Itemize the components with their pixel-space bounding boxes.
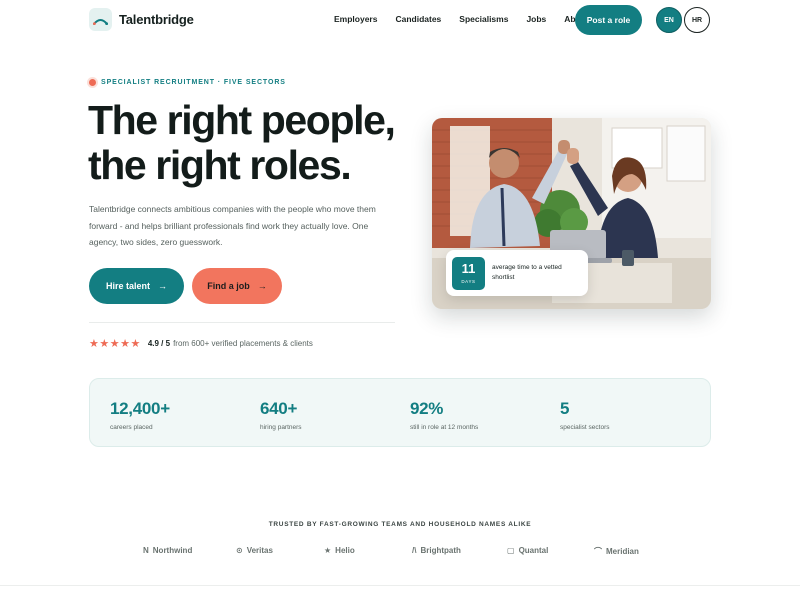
stat-label: hiring partners bbox=[260, 424, 302, 431]
brand-logo[interactable]: Talentbridge bbox=[89, 8, 194, 31]
main-nav: Employers Candidates Specialisms Jobs Ab… bbox=[334, 14, 607, 24]
headline-line-1: The right people, bbox=[88, 97, 396, 143]
brand-name: Talentbridge bbox=[119, 12, 194, 27]
site-header: Talentbridge Employers Candidates Specia… bbox=[0, 0, 800, 42]
eyebrow-text: SPECIALIST RECRUITMENT · FIVE SECTORS bbox=[101, 79, 286, 86]
stat-label: specialist sectors bbox=[560, 424, 610, 431]
nav-specialisms[interactable]: Specialisms bbox=[459, 14, 508, 24]
find-job-button[interactable]: Find a job → bbox=[192, 268, 282, 304]
client-logos: N Northwind ⊙ Veritas ★ Helio /\ Brightp… bbox=[0, 546, 800, 558]
brand-label: Northwind bbox=[152, 546, 193, 555]
brand-label: Helio bbox=[335, 546, 355, 555]
stat-value: 640+ bbox=[260, 399, 298, 418]
star-icon: ★ bbox=[324, 546, 332, 555]
stat-sectors: 5 specialist sectors bbox=[560, 399, 610, 431]
section-divider bbox=[0, 585, 800, 586]
arrow-right-icon: → bbox=[158, 281, 167, 291]
brand-label: Brightpath bbox=[420, 546, 461, 555]
bridge-arc-icon bbox=[89, 8, 112, 31]
dot-icon bbox=[89, 79, 96, 86]
headline-line-2: the right roles. bbox=[88, 142, 352, 188]
arrow-right-icon: → bbox=[257, 281, 267, 291]
client-logo-northwind: N Northwind bbox=[143, 546, 192, 555]
language-en-button[interactable]: EN bbox=[656, 7, 682, 33]
client-logo-brightpath: /\ Brightpath bbox=[412, 546, 461, 555]
path-icon: /\ bbox=[412, 546, 417, 555]
post-role-button[interactable]: Post a role bbox=[575, 5, 642, 35]
find-job-label: Find a job bbox=[207, 281, 250, 291]
stat-value: 12,400+ bbox=[110, 399, 170, 418]
hero-eyebrow: SPECIALIST RECRUITMENT · FIVE SECTORS bbox=[89, 79, 286, 86]
trusted-title: TRUSTED BY FAST-GROWING TEAMS AND HOUSEH… bbox=[268, 521, 532, 528]
stat-label: still in role at 12 months bbox=[410, 424, 479, 431]
stat-value: 92% bbox=[410, 399, 444, 418]
client-logo-meridian: ⌒ Meridian bbox=[594, 546, 639, 557]
stat-value: 5 bbox=[560, 399, 570, 418]
arc-icon: ⌒ bbox=[594, 547, 602, 556]
stat-label: careers placed bbox=[110, 424, 153, 431]
days-number: 11 bbox=[461, 261, 476, 276]
square-icon: ▢ bbox=[507, 546, 515, 555]
stat-careers-placed: 12,400+ careers placed bbox=[110, 399, 170, 431]
nav-candidates[interactable]: Candidates bbox=[395, 14, 441, 24]
hire-talent-button[interactable]: Hire talent → bbox=[89, 268, 184, 304]
hero-headline: The right people, the right roles. bbox=[88, 98, 418, 188]
stat-retention: 92% still in role at 12 months bbox=[410, 399, 478, 431]
hire-talent-label: Hire talent bbox=[105, 281, 150, 291]
rating-text: from 600+ verified placements & clients bbox=[173, 339, 313, 348]
hero-divider bbox=[89, 322, 395, 323]
client-logo-helio: ★ Helio bbox=[324, 546, 355, 555]
days-unit: DAYS bbox=[461, 279, 476, 284]
days-badge: 11 DAYS bbox=[452, 256, 485, 290]
brand-label: Veritas bbox=[246, 546, 273, 555]
time-to-shortlist-badge: 11 DAYS average time to a vetted shortli… bbox=[446, 250, 588, 296]
client-logo-quantal: ▢ Quantal bbox=[507, 546, 548, 555]
rating-score: 4.9 / 5 bbox=[147, 339, 171, 348]
stats-band: 12,400+ careers placed 640+ hiring partn… bbox=[89, 378, 711, 447]
star-rating-icon: ★★★★★ bbox=[89, 338, 141, 350]
stat-hiring-partners: 640+ hiring partners bbox=[260, 399, 302, 431]
nav-employers[interactable]: Employers bbox=[334, 14, 377, 24]
rating-summary: ★★★★★ 4.9 / 5 from 600+ verified placeme… bbox=[89, 337, 313, 350]
client-logo-veritas: ⊙ Veritas bbox=[236, 546, 273, 555]
language-hr-button[interactable]: HR bbox=[684, 7, 710, 33]
circle-check-icon: ⊙ bbox=[236, 546, 243, 555]
shortlist-text: average time to a vetted shortlist bbox=[492, 264, 562, 281]
hero-lead: Talentbridge connects ambitious companie… bbox=[89, 204, 376, 247]
n-mark-icon: N bbox=[143, 546, 149, 555]
nav-jobs[interactable]: Jobs bbox=[526, 14, 546, 24]
brand-label: Quantal bbox=[518, 546, 549, 555]
brand-label: Meridian bbox=[606, 547, 639, 556]
